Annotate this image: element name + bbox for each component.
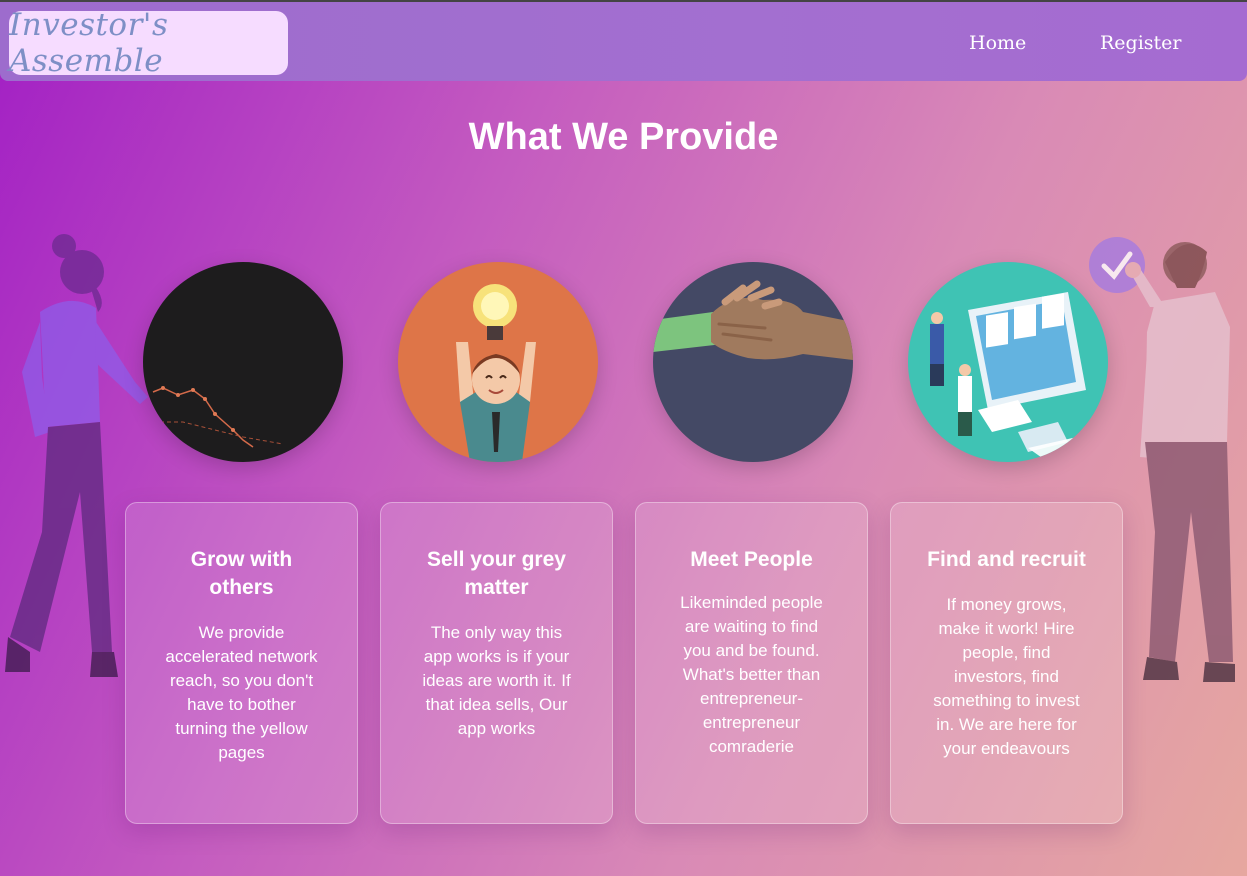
- navbar: Investor's Assemble Home Register: [0, 2, 1247, 81]
- card-text: We provide accelerated network reach, so…: [165, 623, 318, 762]
- feature-card-sell: Sell your grey matter The only way this …: [380, 502, 613, 824]
- card-title: Sell your grey matter: [427, 548, 566, 599]
- card-text: If money grows, make it work! Hire peopl…: [933, 595, 1080, 758]
- nav-register-link[interactable]: Register: [1100, 32, 1182, 54]
- card-title: Find and recruit: [927, 548, 1086, 571]
- recruiting-image: [908, 262, 1108, 462]
- idea-person-image: [398, 262, 598, 462]
- stock-chart-image: [143, 262, 343, 462]
- handshake-image: [653, 262, 853, 462]
- card-title: Meet People: [690, 548, 813, 571]
- nav-home-link[interactable]: Home: [969, 32, 1026, 54]
- card-text: Likeminded people are waiting to find yo…: [680, 593, 823, 756]
- feature-card-grow: Grow with others We provide accelerated …: [125, 502, 358, 824]
- card-text: The only way this app works is if your i…: [422, 623, 571, 738]
- section-title: What We Provide: [468, 116, 779, 158]
- feature-card-meet: Meet People Likeminded people are waitin…: [635, 502, 868, 824]
- feature-card-recruit: Find and recruit If money grows, make it…: [890, 502, 1123, 824]
- site-logo[interactable]: Investor's Assemble: [9, 7, 288, 79]
- card-title: Grow with others: [190, 548, 293, 599]
